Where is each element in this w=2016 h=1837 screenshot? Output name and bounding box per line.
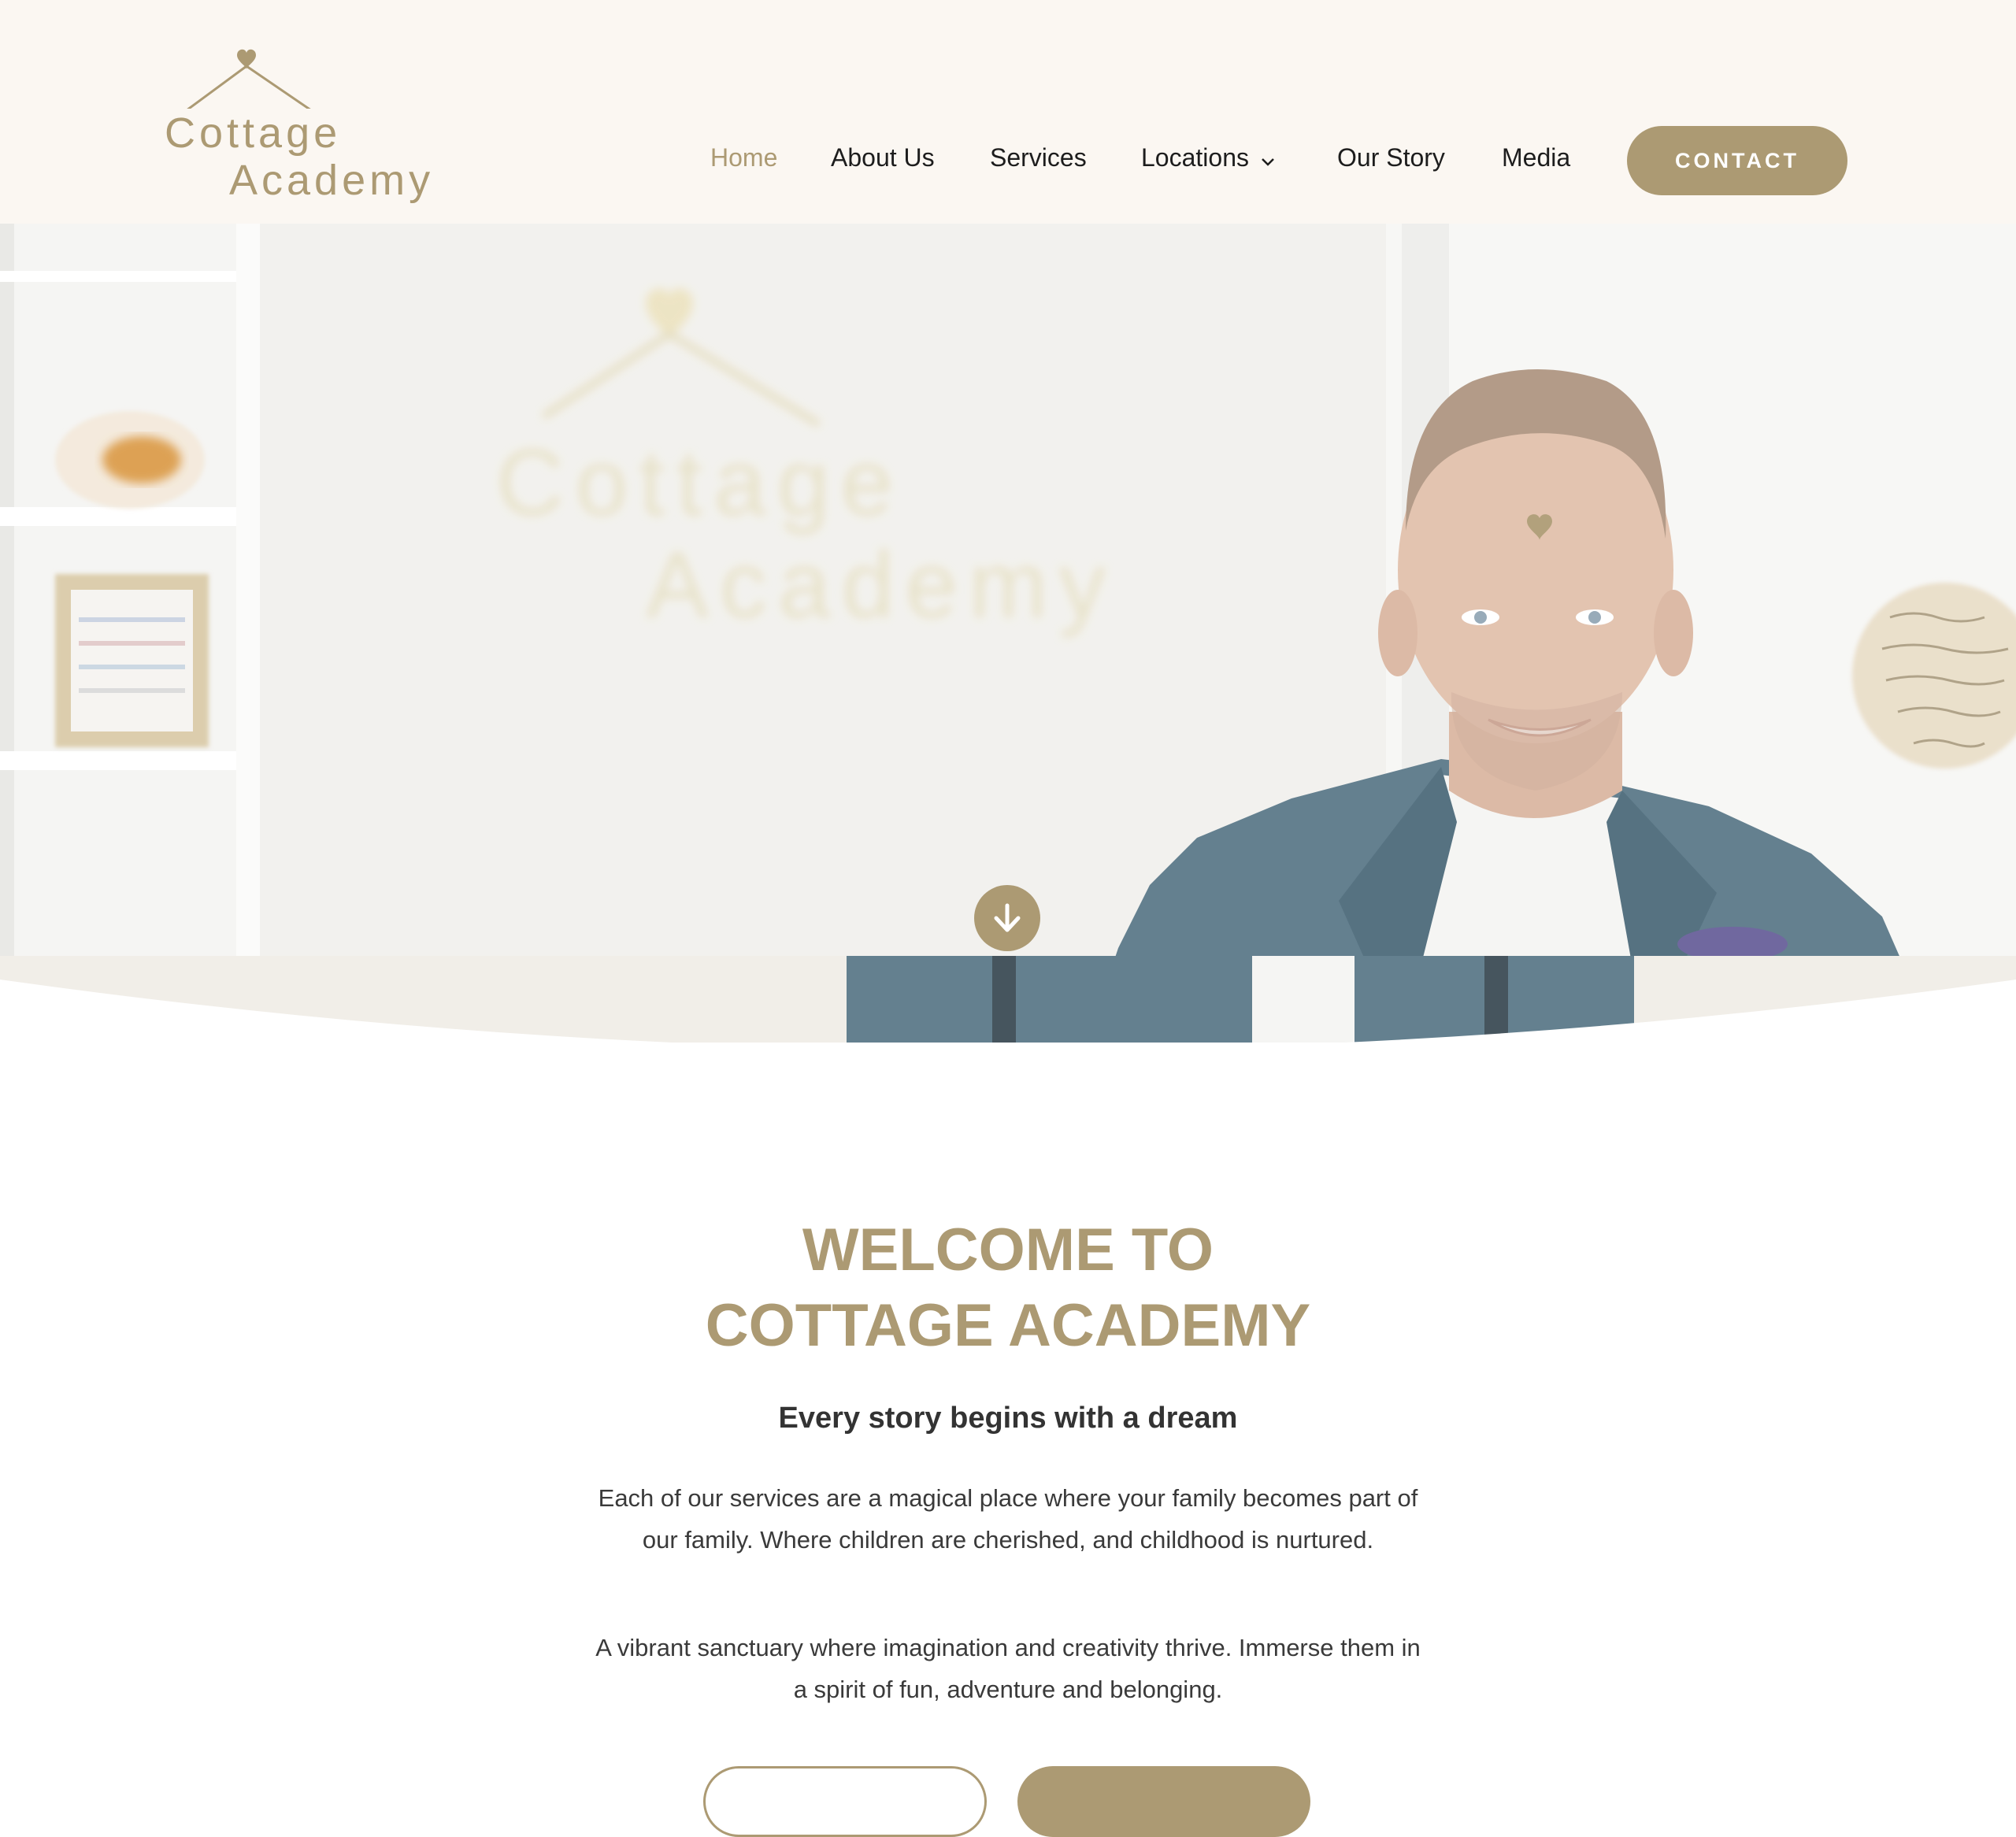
logo-text-line2: Academy (229, 157, 435, 204)
house-heart-icon (187, 49, 311, 109)
primary-cta-button[interactable] (1017, 1766, 1310, 1837)
nav-item-locations-label: Locations (1141, 143, 1249, 172)
contact-button[interactable]: CONTACT (1627, 126, 1847, 195)
chevron-down-icon (1260, 145, 1276, 174)
nav-item-services[interactable]: Services (990, 143, 1087, 172)
site-logo[interactable]: Cottage Academy (161, 46, 445, 204)
nav-item-locations[interactable]: Locations (1141, 143, 1276, 174)
arrow-down-icon (994, 903, 1021, 932)
scroll-down-button[interactable] (974, 885, 1040, 951)
site-header: Cottage Academy Home About Us Services L… (0, 0, 2016, 224)
logo-text-line1: Cottage (165, 109, 342, 157)
nav-item-our-story[interactable]: Our Story (1337, 143, 1445, 172)
secondary-cta-button[interactable] (703, 1766, 987, 1837)
welcome-subheading: Every story begins with a dream (778, 1402, 1238, 1435)
welcome-heading-line2: COTTAGE ACADEMY (705, 1292, 1311, 1359)
nav-item-home[interactable]: Home (710, 143, 777, 172)
nav-item-media[interactable]: Media (1502, 143, 1570, 172)
welcome-paragraph-2: A vibrant sanctuary where imagination an… (595, 1634, 1421, 1703)
welcome-heading-line1: WELCOME TO (802, 1217, 1214, 1283)
welcome-heading: WELCOME TO COTTAGE ACADEMY (0, 1213, 2016, 1364)
nav-item-about-us[interactable]: About Us (831, 143, 935, 172)
welcome-paragraph-1: Each of our services are a magical place… (598, 1484, 1418, 1554)
